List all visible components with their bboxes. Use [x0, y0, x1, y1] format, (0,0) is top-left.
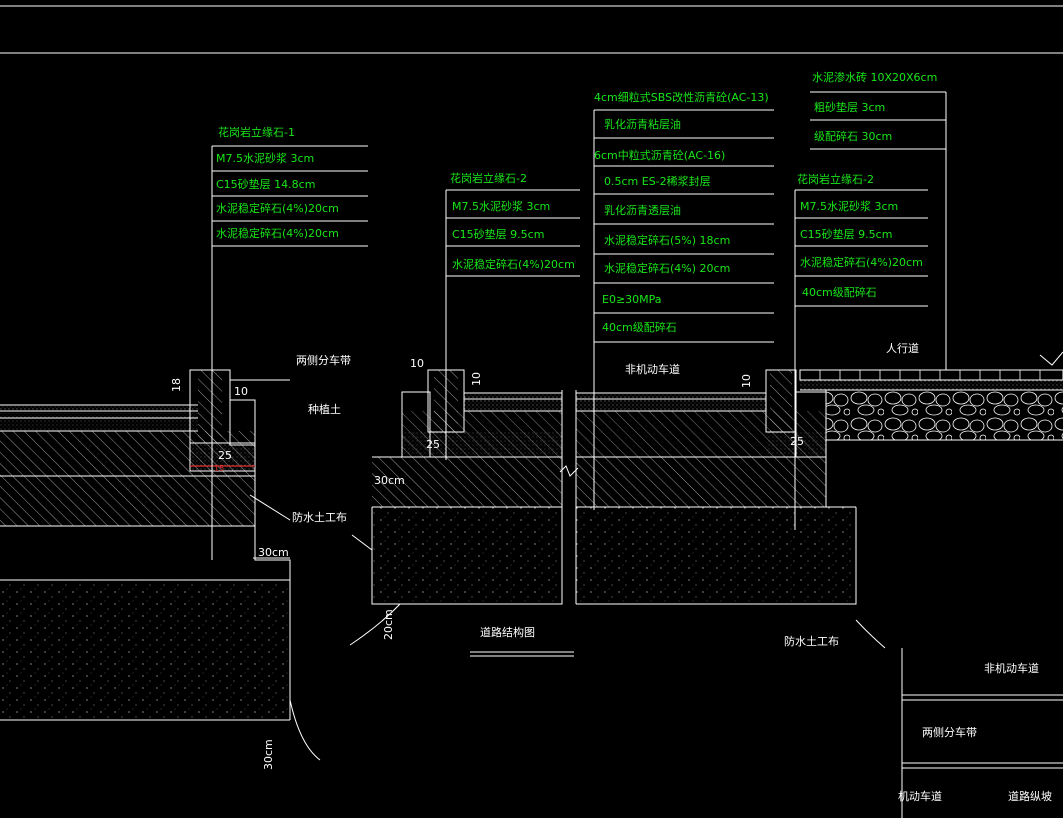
- dim-label: 30cm: [374, 474, 405, 487]
- callout-row: 水泥稳定碎石(4%)20cm: [452, 257, 575, 271]
- callout-row: E0≥30MPa: [602, 293, 662, 306]
- callout-row: 40cm级配碎石: [602, 320, 677, 334]
- dim-label: 25: [218, 449, 232, 462]
- dim-label: 30cm: [262, 739, 275, 770]
- legend-motor-lane: 机动车道: [898, 789, 942, 803]
- plan-legend: 非机动车道 两侧分车带 机动车道 道路纵坡: [898, 648, 1063, 818]
- callout-title: 花岗岩立缘石-1: [218, 125, 295, 139]
- dim-label: 15: [214, 464, 224, 473]
- callout-row: 级配碎石 30cm: [814, 129, 892, 143]
- left-road-section: [0, 404, 321, 761]
- legend-median-strip: 两侧分车带: [922, 725, 977, 739]
- callout-row: 水泥稳定碎石(4%)20cm: [216, 226, 339, 240]
- drawing-title: 道路结构图: [480, 625, 535, 639]
- callout-row: 水泥稳定碎石(4%)20cm: [800, 255, 923, 269]
- callout-row: 粗砂垫层 3cm: [814, 100, 885, 114]
- callout-row: 水泥稳定碎石(5%) 18cm: [604, 233, 730, 247]
- callout-kerb-2-left: 花岗岩立缘石-2 M7.5水泥砂浆 3cm C15砂垫层 9.5cm 水泥稳定碎…: [450, 171, 575, 271]
- callout-pavement: 4cm细粒式SBS改性沥青砼(AC-13) 乳化沥青粘层油 6cm中粒式沥青砼(…: [594, 90, 769, 334]
- label-non-motor-lane: 非机动车道: [625, 362, 680, 376]
- label-sidewalk: 人行道: [886, 341, 919, 355]
- callout-row: M7.5水泥砂浆 3cm: [216, 151, 314, 165]
- frame-lines: [0, 5, 1063, 54]
- callout-kerb-1: 花岗岩立缘石-1 M7.5水泥砂浆 3cm C15砂垫层 14.8cm 水泥稳定…: [216, 125, 339, 240]
- label-geotextile-right: 防水土工布: [784, 634, 839, 648]
- dim-label: 25: [790, 435, 804, 448]
- label-geotextile-left: 防水土工布: [292, 510, 347, 524]
- dim-label: 10: [740, 374, 753, 388]
- callout-row: 乳化沥青粘层油: [604, 117, 681, 131]
- callout-row: 乳化沥青透层油: [604, 203, 681, 217]
- callout-kerb-2-right: 花岗岩立缘石-2 M7.5水泥砂浆 3cm C15砂垫层 9.5cm 水泥稳定碎…: [797, 172, 923, 299]
- callout-row: 0.5cm ES-2稀浆封层: [604, 174, 711, 188]
- callout-row: 40cm级配碎石: [802, 285, 877, 299]
- dim-label: 30cm: [258, 546, 289, 559]
- callout-row: 水泥稳定碎石(4%)20cm: [216, 201, 339, 215]
- callout-sidewalk: 水泥渗水砖 10X20X6cm 粗砂垫层 3cm 级配碎石 30cm: [812, 70, 937, 143]
- callout-title: 花岗岩立缘石-2: [797, 172, 874, 186]
- dim-label: 10: [470, 372, 483, 386]
- callout-title: 水泥渗水砖 10X20X6cm: [812, 70, 937, 84]
- road-structure-drawing: 花岗岩立缘石-1 M7.5水泥砂浆 3cm C15砂垫层 14.8cm 水泥稳定…: [0, 5, 1063, 818]
- label-planting-soil: 种植土: [308, 402, 341, 416]
- dim-label: 18: [170, 378, 183, 392]
- legend-centerline: 道路纵坡: [1008, 789, 1052, 803]
- callout-row: 6cm中粒式沥青砼(AC-16): [594, 148, 725, 162]
- dim-label: 20cm: [382, 609, 395, 640]
- label-median-strip: 两侧分车带: [296, 353, 351, 367]
- dim-label: 10: [234, 385, 248, 398]
- legend-non-motor-lane: 非机动车道: [984, 661, 1039, 675]
- callout-row: M7.5水泥砂浆 3cm: [452, 199, 550, 213]
- dim-label: 10: [410, 357, 424, 370]
- callout-row: C15砂垫层 14.8cm: [216, 177, 315, 191]
- callout-row: 水泥稳定碎石(4%) 20cm: [604, 261, 730, 275]
- callout-title: 花岗岩立缘石-2: [450, 171, 527, 185]
- callout-row: C15砂垫层 9.5cm: [452, 227, 544, 241]
- dim-label: 25: [426, 438, 440, 451]
- callout-row: M7.5水泥砂浆 3cm: [800, 199, 898, 213]
- sidewalk-section: [799, 351, 1063, 441]
- break-symbol: [559, 390, 579, 604]
- middle-median-section: [349, 369, 563, 646]
- callout-row: C15砂垫层 9.5cm: [800, 227, 892, 241]
- callout-title: 4cm细粒式SBS改性沥青砼(AC-13): [594, 90, 769, 104]
